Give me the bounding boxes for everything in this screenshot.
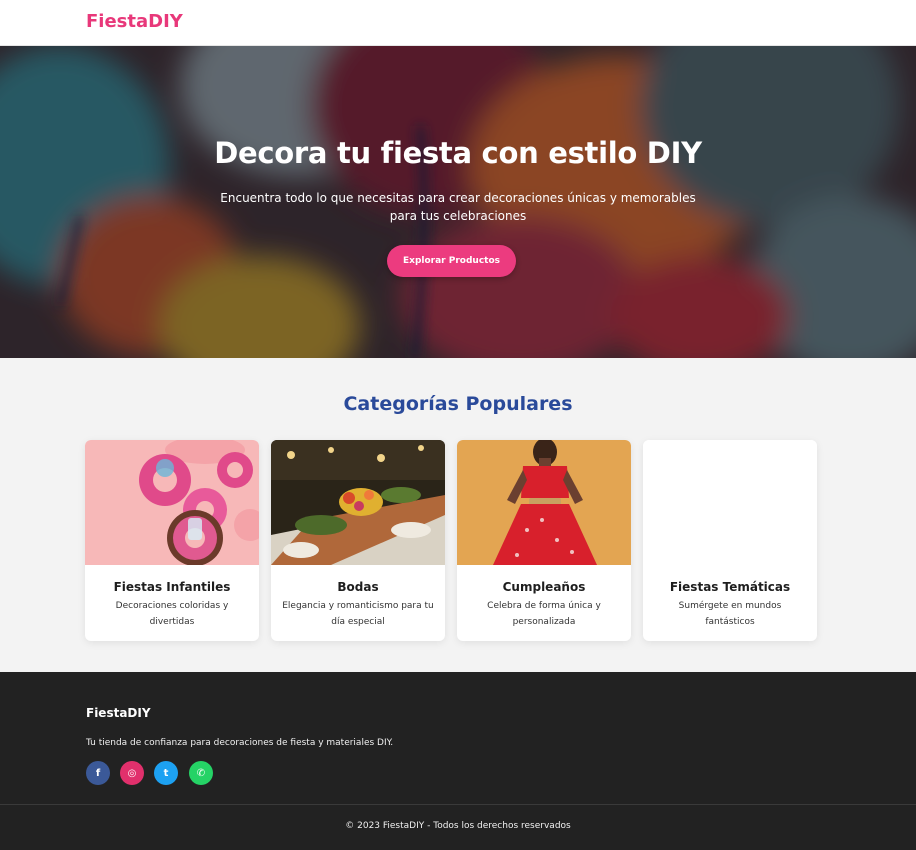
facebook-icon[interactable]: f (86, 761, 110, 785)
footer-tagline: Tu tienda de confianza para decoraciones… (86, 738, 394, 748)
hero-title: Decora tu fiesta con estilo DIY (214, 136, 702, 170)
red-dress-woman-photo (457, 440, 631, 565)
copyright-text: © 2023 FiestaDIY - Todos los derechos re… (345, 821, 571, 831)
category-card-fiestas-tematicas[interactable]: Fiestas Temáticas Sumérgete en mundos fa… (643, 440, 817, 641)
donut-floaties-photo (85, 440, 259, 565)
wedding-table-photo (271, 440, 445, 565)
category-image-placeholder (643, 440, 817, 565)
category-card-cumpleanos[interactable]: Cumpleaños Celebra de forma única y pers… (457, 440, 631, 641)
footer-divider (0, 804, 916, 805)
category-description: Celebra de forma única y personalizada (487, 601, 601, 627)
footer-brand: FiestaDIY (86, 706, 151, 720)
whatsapp-icon[interactable]: ✆ (189, 761, 213, 785)
instagram-icon[interactable]: ◎ (120, 761, 144, 785)
twitter-icon[interactable]: t (154, 761, 178, 785)
category-name: Fiestas Infantiles (113, 580, 231, 594)
category-description: Elegancia y romanticismo para tu día esp… (282, 601, 434, 627)
category-name: Bodas (337, 580, 379, 594)
hero-banner: Decora tu fiesta con estilo DIY Encuentr… (0, 46, 916, 358)
category-name: Fiestas Temáticas (669, 580, 791, 594)
category-card-fiestas-infantiles[interactable]: Fiestas Infantiles Decoraciones colorida… (85, 440, 259, 641)
categories-title: Categorías Populares (343, 393, 573, 415)
brand-logo[interactable]: FiestaDIY (86, 11, 183, 32)
category-card-bodas[interactable]: Bodas Elegancia y romanticismo para tu d… (271, 440, 445, 641)
category-name: Cumpleaños (502, 580, 586, 594)
category-description: Decoraciones coloridas y divertidas (115, 601, 229, 627)
site-footer: FiestaDIY Tu tienda de confianza para de… (0, 672, 916, 850)
explore-products-button[interactable]: Explorar Productos (387, 245, 516, 277)
top-navbar: FiestaDIY (0, 0, 916, 46)
category-description: Sumérgete en mundos fantásticos (678, 601, 782, 627)
hero-subtitle: Encuentra todo lo que necesitas para cre… (220, 191, 696, 223)
